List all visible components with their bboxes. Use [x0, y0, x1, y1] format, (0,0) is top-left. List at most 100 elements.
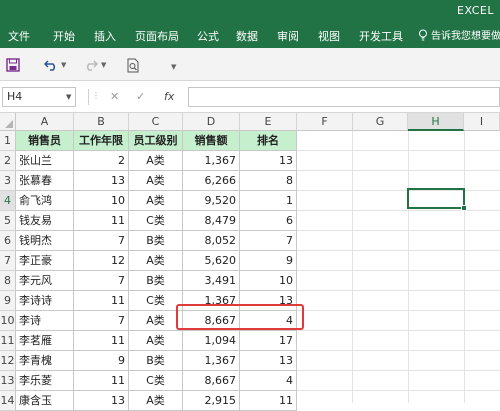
column-header-h[interactable]: H [408, 113, 464, 131]
table-cell[interactable]: 钱友易 [16, 211, 74, 231]
table-cell[interactable]: 1,367 [183, 151, 240, 171]
column-header-i[interactable]: I [464, 113, 500, 131]
table-cell[interactable]: 张山兰 [16, 151, 74, 171]
tab-formulas[interactable]: 公式 [197, 28, 219, 44]
tab-home[interactable]: 开始 [53, 28, 75, 44]
table-cell[interactable]: C类 [129, 211, 183, 231]
table-cell[interactable]: 13 [74, 171, 129, 191]
redo-button[interactable]: ▼ [84, 56, 106, 74]
tab-data[interactable]: 数据 [236, 28, 258, 44]
table-cell[interactable]: 2,915 [183, 391, 240, 411]
table-cell[interactable]: 13 [240, 151, 297, 171]
row-header-6[interactable]: 6 [0, 231, 16, 251]
customize-toolbar-button[interactable]: ▼ [168, 58, 176, 76]
table-cell[interactable]: A类 [129, 331, 183, 351]
undo-dropdown-icon[interactable]: ▼ [61, 61, 66, 69]
row-header-7[interactable]: 7 [0, 251, 16, 271]
table-cell[interactable]: 11 [74, 291, 129, 311]
table-cell[interactable]: B类 [129, 271, 183, 291]
table-cell[interactable]: 李正豪 [16, 251, 74, 271]
table-cell[interactable]: 李诗诗 [16, 291, 74, 311]
fill-handle[interactable] [461, 205, 467, 211]
table-cell[interactable]: 11 [74, 331, 129, 351]
row-header-11[interactable]: 11 [0, 331, 16, 351]
table-cell[interactable]: 8,479 [183, 211, 240, 231]
table-cell[interactable]: 6,266 [183, 171, 240, 191]
table-cell[interactable]: C类 [129, 371, 183, 391]
tell-me-search[interactable]: 告诉我您想要做什么 [418, 27, 500, 42]
table-cell[interactable]: 11 [74, 211, 129, 231]
row-header-2[interactable]: 2 [0, 151, 16, 171]
tab-file[interactable]: 文件 [8, 28, 30, 44]
table-cell[interactable]: 钱明杰 [16, 231, 74, 251]
row-header-5[interactable]: 5 [0, 211, 16, 231]
table-cell[interactable]: 1,367 [183, 351, 240, 371]
column-header-g[interactable]: G [353, 113, 408, 131]
redo-dropdown-icon[interactable]: ▼ [101, 61, 106, 69]
tab-page-layout[interactable]: 页面布局 [135, 28, 179, 44]
column-header-f[interactable]: F [297, 113, 353, 131]
row-header-10[interactable]: 10 [0, 311, 16, 331]
row-header-12[interactable]: 12 [0, 351, 16, 371]
tab-insert[interactable]: 插入 [94, 28, 116, 44]
header-cell-salesperson[interactable]: 销售员 [16, 131, 74, 151]
table-cell[interactable]: 7 [240, 231, 297, 251]
table-cell[interactable]: 7 [74, 311, 129, 331]
header-cell-level[interactable]: 员工级别 [129, 131, 183, 151]
column-header-a[interactable]: A [16, 113, 74, 131]
table-cell[interactable]: 9,520 [183, 191, 240, 211]
table-cell[interactable]: 11 [74, 371, 129, 391]
column-header-c[interactable]: C [129, 113, 183, 131]
table-cell[interactable]: C类 [129, 291, 183, 311]
undo-button[interactable]: ▼ [44, 56, 66, 74]
table-cell[interactable]: A类 [129, 391, 183, 411]
tab-developer[interactable]: 开发工具 [359, 28, 403, 44]
table-cell[interactable]: 13 [240, 351, 297, 371]
row-header-1[interactable]: 1 [0, 131, 16, 151]
table-cell[interactable]: A类 [129, 191, 183, 211]
table-cell[interactable]: 6 [240, 211, 297, 231]
table-cell[interactable]: 8,667 [183, 371, 240, 391]
name-box[interactable]: H4 [2, 87, 76, 107]
table-cell[interactable]: 9 [74, 351, 129, 371]
row-header-8[interactable]: 8 [0, 271, 16, 291]
table-cell[interactable]: 康含玉 [16, 391, 74, 411]
select-all-button[interactable] [0, 113, 16, 131]
table-cell[interactable]: 俞飞鸿 [16, 191, 74, 211]
table-cell[interactable]: 李茗雁 [16, 331, 74, 351]
save-button[interactable] [6, 56, 20, 74]
table-cell[interactable]: 11 [240, 391, 297, 411]
table-cell[interactable]: 李乐菱 [16, 371, 74, 391]
row-header-4[interactable]: 4 [0, 191, 16, 211]
table-cell[interactable]: 17 [240, 331, 297, 351]
print-preview-button[interactable] [126, 56, 140, 74]
row-header-13[interactable]: 13 [0, 371, 16, 391]
table-cell[interactable]: 8 [240, 171, 297, 191]
table-cell[interactable]: 李元风 [16, 271, 74, 291]
cancel-icon[interactable]: ✕ [110, 90, 119, 103]
column-header-e[interactable]: E [240, 113, 297, 131]
table-cell[interactable]: 2 [74, 151, 129, 171]
table-cell[interactable]: 张慕春 [16, 171, 74, 191]
table-cell[interactable]: 5,620 [183, 251, 240, 271]
table-cell[interactable]: 4 [240, 371, 297, 391]
table-cell[interactable]: 7 [74, 231, 129, 251]
table-cell[interactable]: 7 [74, 271, 129, 291]
tab-view[interactable]: 视图 [318, 28, 340, 44]
table-cell[interactable]: 10 [240, 271, 297, 291]
column-header-d[interactable]: D [183, 113, 240, 131]
insert-function-icon[interactable]: fx [164, 90, 174, 103]
table-cell[interactable]: 李青槐 [16, 351, 74, 371]
header-cell-rank[interactable]: 排名 [240, 131, 297, 151]
formula-input[interactable] [188, 87, 500, 107]
row-header-9[interactable]: 9 [0, 291, 16, 311]
table-cell[interactable]: 1,094 [183, 331, 240, 351]
table-cell[interactable]: 10 [74, 191, 129, 211]
table-cell[interactable]: 李诗 [16, 311, 74, 331]
table-cell[interactable]: A类 [129, 151, 183, 171]
active-cell-h4[interactable] [407, 188, 465, 209]
header-cell-sales[interactable]: 销售额 [183, 131, 240, 151]
spreadsheet-grid[interactable]: A B C D E F G H I 1 2 3 4 5 6 7 8 9 10 1… [0, 113, 500, 411]
column-header-b[interactable]: B [74, 113, 129, 131]
name-box-dropdown-icon[interactable]: ▼ [66, 93, 71, 101]
